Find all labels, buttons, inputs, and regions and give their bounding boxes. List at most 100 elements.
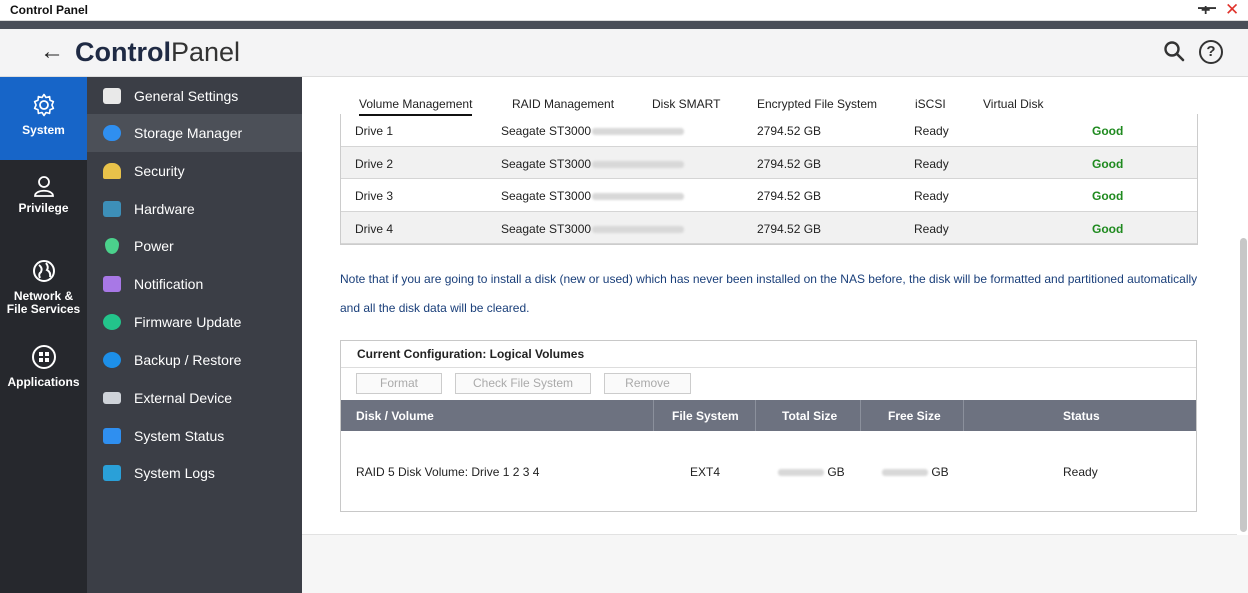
close-button[interactable]: ✕ [1225, 0, 1239, 19]
maximize-button[interactable]: + [1201, 1, 1210, 20]
drive-name: Drive 3 [355, 189, 394, 203]
column-divider [963, 400, 964, 431]
free-unit: GB [931, 465, 949, 479]
drive-health: Good [1092, 156, 1124, 171]
window-title: Control Panel [10, 3, 89, 17]
volume-file-system: EXT4 [690, 465, 721, 479]
scrollbar-thumb[interactable] [1240, 238, 1247, 532]
submenu-label: Hardware [134, 201, 195, 217]
help-icon[interactable]: ? [1199, 40, 1223, 64]
logical-volumes-panel: Current Configuration: Logical Volumes F… [340, 340, 1197, 512]
system-submenu: General Settings Storage Manager Securit… [87, 77, 302, 593]
column-divider [860, 400, 861, 431]
column-divider [653, 400, 654, 431]
total-unit: GB [827, 465, 845, 479]
drive-status: Ready [914, 124, 949, 138]
drive-model-text: Seagate ST3000 [501, 189, 592, 203]
table-row[interactable]: Drive 2 Seagate ST3000 2794.52 GB Ready … [341, 146, 1197, 179]
window-title-bar: Control Panel — + ✕ [0, 0, 1248, 21]
submenu-label: Security [134, 163, 185, 179]
drive-model: Seagate ST3000 [501, 124, 685, 138]
general-settings-icon [103, 88, 121, 104]
submenu-label: Firmware Update [134, 314, 242, 330]
drive-model: Seagate ST3000 [501, 189, 685, 203]
hardware-icon [103, 201, 121, 217]
submenu-general-settings[interactable]: General Settings [87, 77, 302, 115]
drive-size: 2794.52 GB [757, 221, 822, 236]
volumes-table-header: Disk / Volume File System Total Size Fre… [341, 400, 1196, 431]
submenu-system-status[interactable]: System Status [87, 417, 302, 455]
table-row[interactable]: RAID 5 Disk Volume: Drive 1 2 3 4 EXT4 G… [341, 431, 1196, 511]
check-file-system-button[interactable]: Check File System [455, 373, 591, 394]
drive-health: Good [1092, 189, 1124, 203]
submenu-label: Power [134, 238, 174, 254]
storage-manager-content: Volume Management RAID Management Disk S… [302, 77, 1248, 593]
col-disk-volume[interactable]: Disk / Volume [356, 409, 434, 423]
submenu-hardware[interactable]: Hardware [87, 190, 302, 228]
volume-free-size: GB [881, 465, 949, 479]
submenu-security[interactable]: Security [87, 152, 302, 190]
search-icon[interactable] [1162, 39, 1186, 63]
power-icon [105, 238, 119, 254]
globe-icon [32, 260, 55, 282]
rail-item-system[interactable]: System [0, 77, 87, 160]
storage-manager-icon [103, 125, 121, 141]
drive-status: Ready [914, 189, 949, 203]
disk-format-note: Note that if you are going to install a … [340, 272, 1198, 315]
submenu-notification[interactable]: Notification [87, 265, 302, 303]
table-row[interactable]: Drive 1 Seagate ST3000 2794.52 GB Ready … [341, 114, 1197, 147]
drive-name: Drive 1 [355, 124, 394, 138]
drive-model-text: Seagate ST3000 [501, 221, 592, 236]
redacted-serial [592, 225, 685, 233]
submenu-firmware-update[interactable]: Firmware Update [87, 303, 302, 341]
submenu-storage-manager[interactable]: Storage Manager [87, 114, 302, 152]
drive-health: Good [1092, 221, 1124, 236]
drive-size: 2794.52 GB [757, 189, 822, 203]
page-title: ControlPanel [75, 37, 240, 68]
content-footer [302, 534, 1248, 593]
page-title-thin: Panel [170, 37, 241, 67]
volume-status: Ready [1063, 465, 1098, 479]
col-status[interactable]: Status [1063, 409, 1100, 423]
submenu-label: Backup / Restore [134, 352, 242, 368]
redacted-total [778, 469, 824, 477]
submenu-label: Storage Manager [134, 125, 243, 141]
col-free-size[interactable]: Free Size [888, 409, 941, 423]
submenu-system-logs[interactable]: System Logs [87, 454, 302, 492]
notification-icon [103, 276, 121, 292]
format-button[interactable]: Format [356, 373, 442, 394]
drive-list: Drive 1 Seagate ST3000 2794.52 GB Ready … [340, 114, 1198, 245]
submenu-label: System Status [134, 428, 225, 444]
table-row[interactable]: Drive 3 Seagate ST3000 2794.52 GB Ready … [341, 179, 1197, 212]
submenu-external-device[interactable]: External Device [87, 379, 302, 417]
rail-item-network[interactable]: Network & File Services [0, 258, 87, 324]
page-title-bold: Control [75, 37, 171, 67]
drive-status: Ready [914, 156, 949, 171]
redacted-free [882, 469, 928, 477]
col-file-system[interactable]: File System [672, 409, 739, 423]
category-rail: System Privilege Network & File Services… [0, 77, 87, 593]
submenu-label: Notification [134, 276, 204, 292]
col-total-size[interactable]: Total Size [782, 409, 837, 423]
table-row[interactable]: Drive 4 Seagate ST3000 2794.52 GB Ready … [341, 211, 1197, 244]
drive-name: Drive 4 [355, 221, 394, 236]
volume-total-size: GB [777, 465, 845, 479]
submenu-power[interactable]: Power [87, 227, 302, 265]
back-arrow-icon[interactable]: ← [40, 38, 64, 66]
apps-grid-icon [31, 345, 56, 369]
rail-label-network-2: File Services [6, 302, 81, 316]
submenu-backup-restore[interactable]: Backup / Restore [87, 341, 302, 379]
column-divider [755, 400, 756, 431]
system-status-monitor-icon [103, 428, 121, 444]
remove-button[interactable]: Remove [604, 373, 691, 394]
rail-label-privilege: Privilege [18, 201, 69, 215]
rail-item-privilege[interactable]: Privilege [0, 173, 87, 233]
drive-size: 2794.52 GB [757, 156, 822, 171]
redacted-serial [592, 160, 685, 168]
user-icon [33, 176, 54, 197]
drive-model-text: Seagate ST3000 [501, 156, 592, 171]
security-lock-icon [103, 163, 121, 179]
rail-item-applications[interactable]: Applications [0, 344, 87, 394]
external-device-icon [103, 392, 121, 404]
system-logs-icon [103, 465, 121, 481]
